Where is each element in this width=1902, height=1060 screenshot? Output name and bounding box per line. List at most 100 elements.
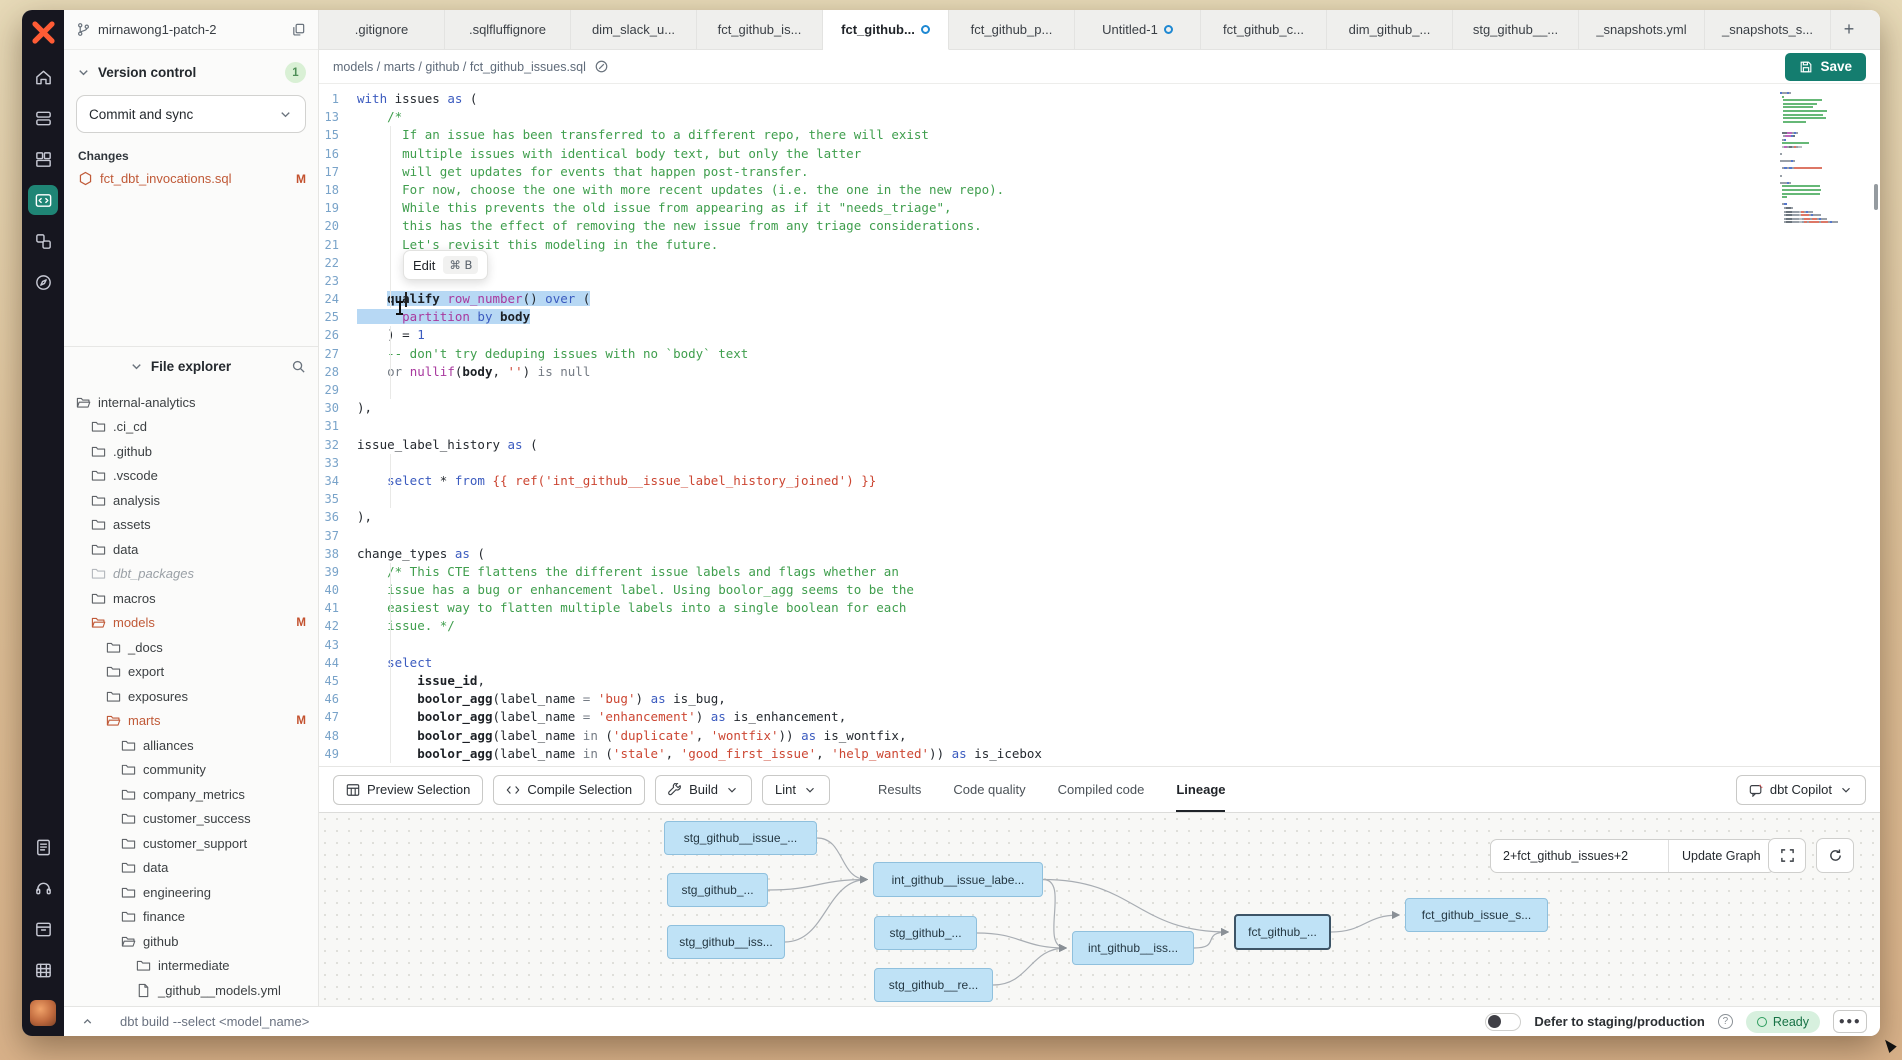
minimap[interactable] (1780, 92, 1866, 225)
tree-item[interactable]: community (64, 758, 318, 783)
tree-item[interactable]: github (64, 929, 318, 954)
lineage-node-selected[interactable]: fct_github_... (1234, 914, 1331, 950)
lineage-node[interactable]: stg_github_... (874, 916, 977, 950)
code-line[interactable]: 19 While this prevents the old issue fro… (319, 199, 1880, 217)
code-line[interactable]: 15 If an issue has been transferred to a… (319, 126, 1880, 144)
tree-item[interactable]: customer_support (64, 831, 318, 856)
update-graph-button[interactable]: Update Graph (1669, 840, 1774, 872)
commit-and-sync-dropdown[interactable]: Commit and sync (76, 95, 306, 133)
tree-item[interactable]: exposures (64, 684, 318, 709)
tree-item[interactable]: analysis (64, 488, 318, 513)
environments-icon[interactable] (28, 103, 58, 133)
compile-selection-button[interactable]: Compile Selection (493, 775, 645, 805)
selector-input[interactable]: 2+fct_github_issues+2 (1491, 840, 1669, 872)
fullscreen-button[interactable] (1768, 838, 1806, 873)
collapse-command-bar-button[interactable] (64, 1015, 110, 1028)
tree-item[interactable]: .ci_cd (64, 415, 318, 440)
dbt-logo-icon[interactable] (30, 19, 57, 46)
home-icon[interactable] (28, 62, 58, 92)
more-options-button[interactable]: ●●● (1833, 1010, 1867, 1033)
code-line[interactable]: 46 boolor_agg(label_name = 'bug') as is_… (319, 690, 1880, 708)
code-line[interactable]: 45 issue_id, (319, 672, 1880, 690)
editor-tab[interactable]: dim_slack_u... (571, 10, 697, 49)
code-line[interactable]: 21 Let's revisit this modeling in the fu… (319, 236, 1880, 254)
edit-popup[interactable]: Edit ⌘ B (403, 250, 488, 280)
editor-tab[interactable]: stg_github__... (1453, 10, 1579, 49)
code-line[interactable]: 31 (319, 417, 1880, 435)
save-button[interactable]: Save (1785, 53, 1866, 81)
code-line[interactable]: 23 (319, 272, 1880, 290)
tree-item[interactable]: customer_success (64, 807, 318, 832)
code-line[interactable]: 1with issues as ( (319, 90, 1880, 108)
preview-selection-button[interactable]: Preview Selection (333, 775, 483, 805)
tree-item[interactable]: finance (64, 905, 318, 930)
editor-tab[interactable]: _snapshots_s... (1705, 10, 1831, 49)
copy-icon[interactable] (291, 22, 306, 37)
support-icon[interactable] (28, 873, 58, 903)
editor-tab[interactable]: fct_github_c... (1201, 10, 1327, 49)
code-line[interactable]: 49 boolor_agg(label_name in ('stale', 'g… (319, 745, 1880, 763)
code-line[interactable]: 30), (319, 399, 1880, 417)
model-actions-icon[interactable] (594, 59, 609, 74)
editor-tab[interactable]: _snapshots.yml (1579, 10, 1705, 49)
version-control-header[interactable]: Version control 1 (64, 50, 318, 89)
notes-icon[interactable] (28, 832, 58, 862)
tree-item[interactable]: modelsM (64, 611, 318, 636)
editor-tab[interactable]: fct_github_is... (697, 10, 823, 49)
code-line[interactable]: 18 For now, choose the one with more rec… (319, 181, 1880, 199)
tree-item[interactable]: export (64, 660, 318, 685)
orchestration-icon[interactable] (28, 226, 58, 256)
lineage-node[interactable]: stg_github_... (667, 873, 768, 907)
code-line[interactable]: 16 multiple issues with identical body t… (319, 145, 1880, 163)
search-icon[interactable] (291, 359, 306, 374)
editor-icon[interactable] (28, 185, 58, 215)
dbt-copilot-button[interactable]: dbt Copilot (1736, 775, 1866, 805)
code-line[interactable]: 22 (319, 254, 1880, 272)
tree-item[interactable]: dbt_packages (64, 562, 318, 587)
build-button[interactable]: Build (655, 775, 752, 805)
branch-row[interactable]: mirnawong1-patch-2 (64, 10, 318, 50)
code-line[interactable]: 44 select (319, 654, 1880, 672)
editor-tab[interactable]: fct_github_p... (949, 10, 1075, 49)
code-line[interactable]: 37 (319, 527, 1880, 545)
code-line[interactable]: 17 will get updates for events that happ… (319, 163, 1880, 181)
code-line[interactable]: 33 (319, 454, 1880, 472)
help-icon[interactable]: ? (1718, 1014, 1733, 1029)
tree-item[interactable]: assets (64, 513, 318, 538)
tree-item[interactable]: _github__models.yml (64, 978, 318, 1003)
code-line[interactable]: 47 boolor_agg(label_name = 'enhancement'… (319, 708, 1880, 726)
explore-icon[interactable] (28, 267, 58, 297)
lineage-node[interactable]: fct_github_issue_s... (1405, 898, 1548, 932)
command-input[interactable]: dbt build --select <model_name> (120, 1014, 309, 1029)
lineage-node[interactable]: int_github__iss... (1072, 931, 1194, 965)
code-line[interactable]: 42 issue. */ (319, 617, 1880, 635)
tree-item[interactable]: alliances (64, 733, 318, 758)
code-line[interactable]: 41 easiest way to flatten multiple label… (319, 599, 1880, 617)
tree-item[interactable]: .vscode (64, 464, 318, 489)
lint-button[interactable]: Lint (762, 775, 830, 805)
lineage-node[interactable]: stg_github__re... (874, 968, 993, 1002)
tree-item[interactable]: macros (64, 586, 318, 611)
archive-icon[interactable] (28, 914, 58, 944)
tree-item[interactable]: martsM (64, 709, 318, 734)
lineage-node[interactable]: stg_github__issue_... (664, 821, 817, 855)
user-avatar[interactable] (30, 1000, 56, 1026)
refresh-button[interactable] (1816, 838, 1854, 873)
editor-tab[interactable]: Untitled-1 (1075, 10, 1201, 49)
tree-item[interactable]: data (64, 856, 318, 881)
editor-tab[interactable]: .gitignore (319, 10, 445, 49)
new-tab-button[interactable]: + (1831, 10, 1867, 49)
tree-item[interactable]: company_metrics (64, 782, 318, 807)
dashboards-icon[interactable] (28, 144, 58, 174)
code-line[interactable]: 27 -- don't try deduping issues with no … (319, 345, 1880, 363)
lineage-node[interactable]: stg_github__iss... (667, 925, 785, 959)
changed-file-item[interactable]: fct_dbt_invocations.sql M (64, 167, 318, 190)
editor-tab-active[interactable]: fct_github... (823, 10, 949, 50)
code-line[interactable]: 13 /* (319, 108, 1880, 126)
code-editor[interactable]: 1with issues as (13 /*15 If an issue has… (319, 84, 1880, 766)
tree-item[interactable]: _docs (64, 635, 318, 660)
tree-item[interactable]: data (64, 537, 318, 562)
code-line[interactable]: 26 ) = 1 (319, 326, 1880, 344)
code-line[interactable]: 38change_types as ( (319, 545, 1880, 563)
lineage-node[interactable]: int_github__issue_labe... (873, 862, 1043, 897)
